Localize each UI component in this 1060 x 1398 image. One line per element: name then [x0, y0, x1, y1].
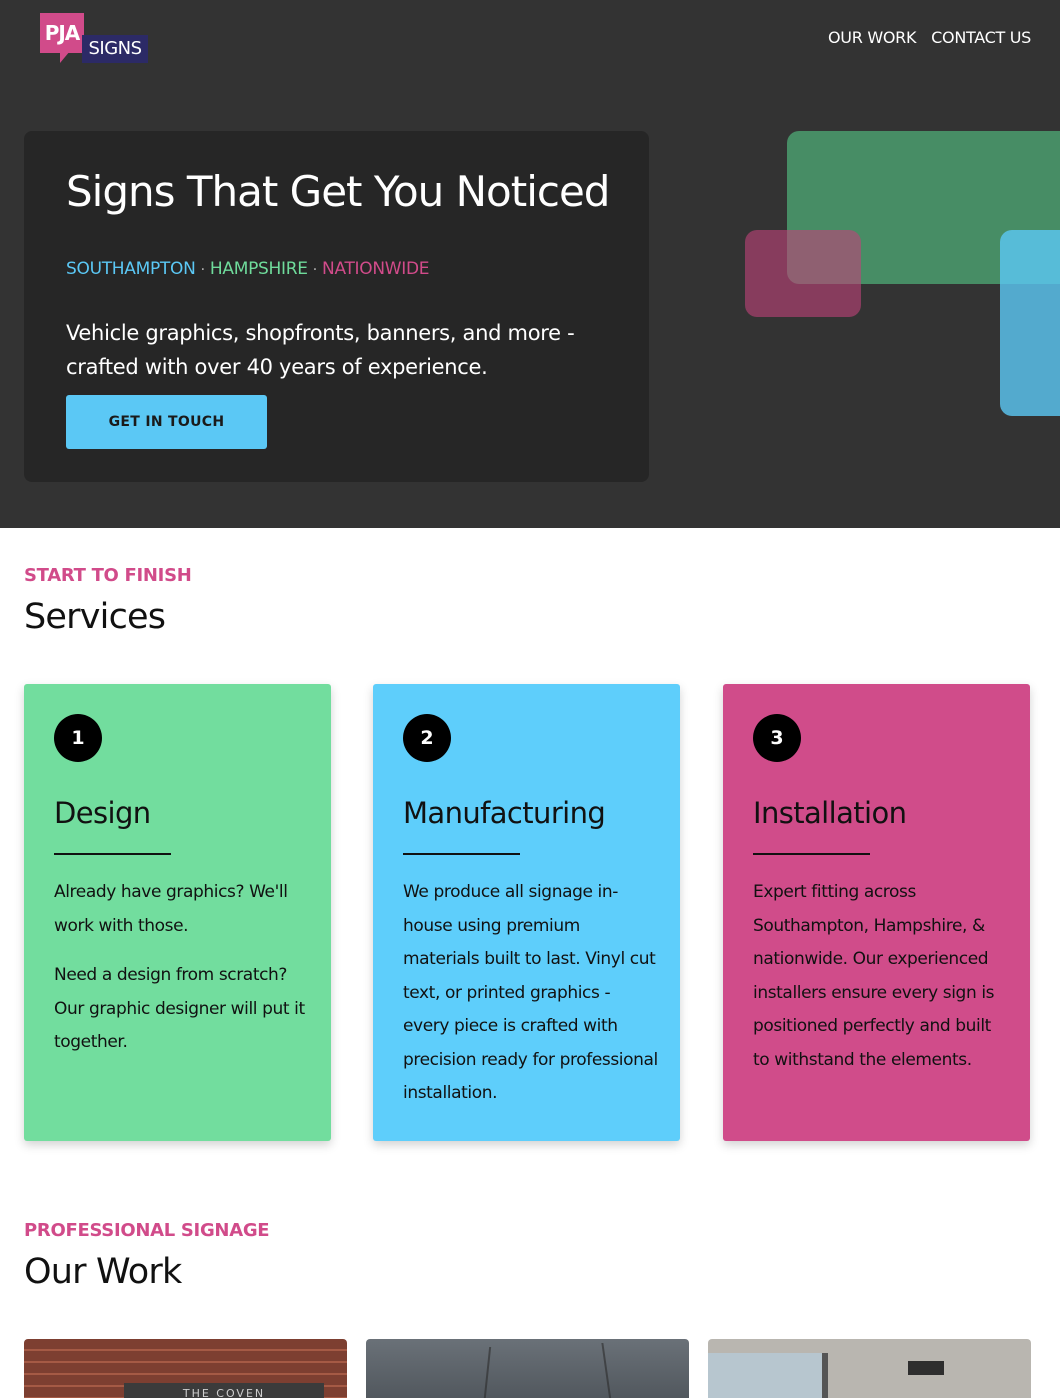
hero-section: PJA SIGNS OUR WORK CONTACT US Signs That… [0, 0, 1060, 528]
service-card-manufacturing: 2 Manufacturing We produce all signage i… [373, 684, 680, 1141]
service-card-installation: 3 Installation Expert fitting across Sou… [723, 684, 1030, 1141]
location-nationwide: NATIONWIDE [322, 259, 430, 279]
logo-mark: PJA SIGNS [38, 13, 164, 65]
tree-silhouette [482, 1347, 530, 1398]
work-eyebrow: PROFESSIONAL SIGNAGE [24, 1220, 270, 1241]
service-paragraph: Need a design from scratch? Our graphic … [54, 965, 305, 1052]
location-hampshire: HAMPSHIRE [209, 259, 308, 279]
services-eyebrow: START TO FINISH [24, 565, 192, 586]
step-number-badge: 3 [753, 714, 801, 762]
work-thumbnail[interactable] [708, 1339, 1031, 1398]
title-underline [403, 853, 520, 855]
work-thumbnail[interactable] [366, 1339, 689, 1398]
main-nav: OUR WORK CONTACT US [828, 28, 1031, 47]
service-description: Expert fitting across Southampton, Hamps… [753, 876, 1011, 1077]
services-title: Services [24, 597, 166, 637]
work-title: Our Work [24, 1252, 182, 1292]
site-logo[interactable]: PJA SIGNS [24, 0, 164, 74]
service-paragraph: We produce all signage in-house using pr… [403, 882, 658, 1103]
title-underline [753, 853, 870, 855]
location-separator: · [200, 262, 205, 278]
hero-card: Signs That Get You Noticed SOUTHAMPTON ·… [24, 131, 649, 482]
decor-blue-block [1000, 230, 1060, 416]
service-title: Design [54, 796, 151, 830]
service-paragraph: Already have graphics? We'll work with t… [54, 882, 288, 936]
get-in-touch-button[interactable]: GET IN TOUCH [66, 395, 267, 449]
tree-silhouette [601, 1343, 671, 1398]
window-shape [708, 1353, 828, 1398]
hero-locations: SOUTHAMPTON · HAMPSHIRE · NATIONWIDE [66, 259, 430, 279]
location-separator: · [312, 262, 317, 278]
service-description: We produce all signage in-house using pr… [403, 876, 661, 1111]
location-southampton: SOUTHAMPTON [66, 259, 196, 279]
service-paragraph: Expert fitting across Southampton, Hamps… [753, 882, 995, 1070]
service-description: Already have graphics? We'll work with t… [54, 876, 312, 1060]
title-underline [54, 853, 171, 855]
hero-description: Vehicle graphics, shopfronts, banners, a… [66, 321, 575, 379]
service-title: Installation [753, 796, 907, 830]
service-card-design: 1 Design Already have graphics? We'll wo… [24, 684, 331, 1141]
nav-our-work[interactable]: OUR WORK [828, 28, 916, 47]
decor-pink-block [745, 230, 861, 317]
hero-title: Signs That Get You Noticed [66, 167, 610, 216]
step-number-badge: 1 [54, 714, 102, 762]
thumbnail-sign-text: THE COVEN [124, 1383, 324, 1398]
service-title: Manufacturing [403, 796, 606, 830]
logo-text-top: PJA [40, 13, 84, 53]
step-number-badge: 2 [403, 714, 451, 762]
work-thumbnail[interactable]: THE COVEN [24, 1339, 347, 1398]
wall-screen-shape [908, 1361, 944, 1375]
logo-text-bottom: SIGNS [82, 35, 148, 63]
nav-contact-us[interactable]: CONTACT US [931, 28, 1031, 47]
